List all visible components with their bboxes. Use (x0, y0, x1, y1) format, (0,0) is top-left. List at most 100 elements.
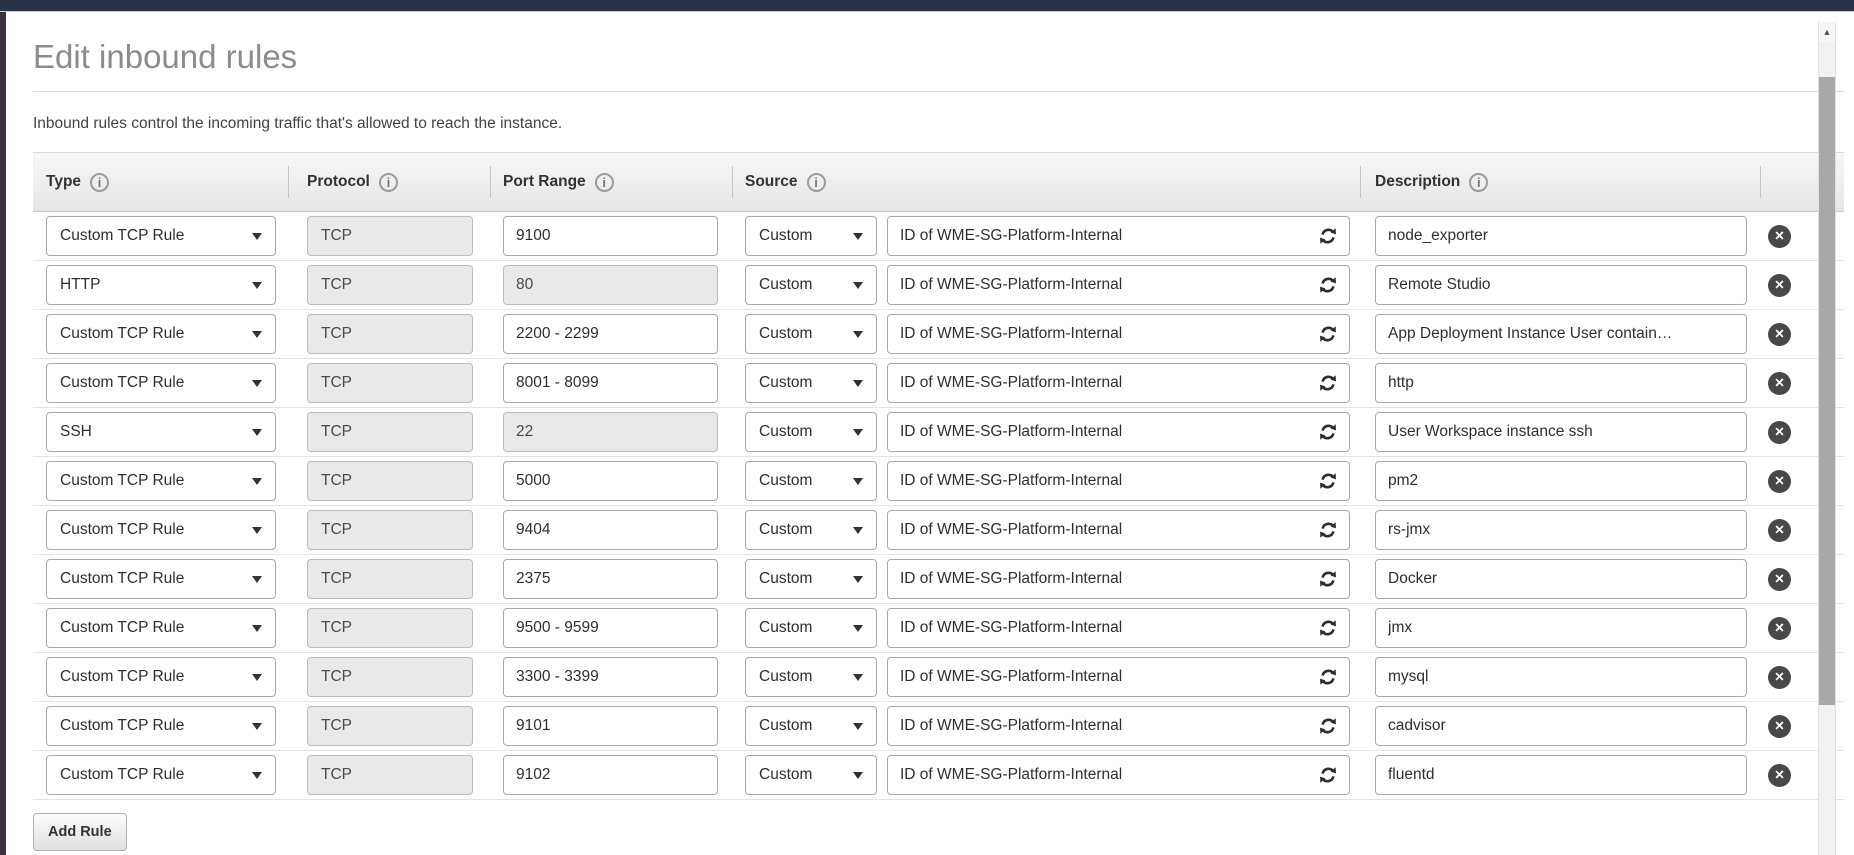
port-range-input[interactable] (503, 559, 718, 599)
delete-rule-button[interactable]: ✕ (1768, 323, 1791, 346)
info-icon[interactable]: i (595, 173, 614, 192)
chevron-down-icon (252, 429, 262, 436)
type-select[interactable]: Custom TCP Rule (46, 706, 276, 746)
info-icon[interactable]: i (90, 173, 109, 192)
port-range-input[interactable] (503, 216, 718, 256)
port-range-input[interactable] (503, 510, 718, 550)
description-input[interactable] (1375, 363, 1747, 403)
source-type-select[interactable]: Custom (745, 216, 877, 256)
chevron-down-icon (853, 723, 863, 730)
description-input[interactable] (1375, 314, 1747, 354)
delete-rule-button[interactable]: ✕ (1768, 568, 1791, 591)
description-input[interactable] (1375, 608, 1747, 648)
type-select[interactable]: Custom TCP Rule (46, 755, 276, 795)
type-select[interactable]: SSH (46, 412, 276, 452)
source-input[interactable] (887, 314, 1350, 354)
delete-rule-button[interactable]: ✕ (1768, 617, 1791, 640)
delete-rule-button[interactable]: ✕ (1768, 764, 1791, 787)
refresh-icon[interactable] (1317, 666, 1339, 688)
source-type-select[interactable]: Custom (745, 412, 877, 452)
refresh-icon[interactable] (1317, 372, 1339, 394)
description-input[interactable] (1375, 755, 1747, 795)
description-input[interactable] (1375, 657, 1747, 697)
delete-rule-button[interactable]: ✕ (1768, 421, 1791, 444)
port-range-input[interactable] (503, 608, 718, 648)
type-select[interactable]: Custom TCP Rule (46, 510, 276, 550)
delete-rule-button[interactable]: ✕ (1768, 715, 1791, 738)
type-select[interactable]: Custom TCP Rule (46, 216, 276, 256)
type-select[interactable]: Custom TCP Rule (46, 461, 276, 501)
vertical-scrollbar[interactable]: ▲ (1818, 22, 1836, 855)
type-select[interactable]: Custom TCP Rule (46, 657, 276, 697)
source-input[interactable] (887, 412, 1350, 452)
delete-rule-button[interactable]: ✕ (1768, 666, 1791, 689)
description-input[interactable] (1375, 510, 1747, 550)
chevron-down-icon (853, 478, 863, 485)
refresh-icon[interactable] (1317, 617, 1339, 639)
refresh-icon[interactable] (1317, 225, 1339, 247)
source-type-select[interactable]: Custom (745, 755, 877, 795)
port-range-input[interactable] (503, 461, 718, 501)
source-field-wrap (887, 755, 1350, 795)
source-input[interactable] (887, 461, 1350, 501)
chevron-down-icon (252, 674, 262, 681)
refresh-icon[interactable] (1317, 715, 1339, 737)
source-type-select[interactable]: Custom (745, 314, 877, 354)
type-select[interactable]: Custom TCP Rule (46, 314, 276, 354)
refresh-icon[interactable] (1317, 470, 1339, 492)
description-input[interactable] (1375, 706, 1747, 746)
scrollbar-thumb[interactable] (1819, 77, 1835, 705)
scroll-up-arrow-icon[interactable]: ▲ (1819, 22, 1835, 42)
port-range-input[interactable] (503, 755, 718, 795)
description-input[interactable] (1375, 265, 1747, 305)
description-input[interactable] (1375, 412, 1747, 452)
source-type-select[interactable]: Custom (745, 559, 877, 599)
description-input[interactable] (1375, 216, 1747, 256)
delete-rule-button[interactable]: ✕ (1768, 470, 1791, 493)
add-rule-button[interactable]: Add Rule (33, 813, 127, 851)
refresh-icon[interactable] (1317, 323, 1339, 345)
refresh-icon[interactable] (1317, 421, 1339, 443)
source-input[interactable] (887, 265, 1350, 305)
source-input[interactable] (887, 363, 1350, 403)
source-input[interactable] (887, 216, 1350, 256)
source-type-select[interactable]: Custom (745, 461, 877, 501)
source-type-select[interactable]: Custom (745, 510, 877, 550)
info-icon[interactable]: i (807, 173, 826, 192)
port-range-input[interactable] (503, 314, 718, 354)
source-type-select[interactable]: Custom (745, 265, 877, 305)
refresh-icon[interactable] (1317, 274, 1339, 296)
rule-row: SSH TCP Custom ✕ (33, 408, 1844, 457)
delete-rule-button[interactable]: ✕ (1768, 372, 1791, 395)
info-icon[interactable]: i (379, 173, 398, 192)
type-select[interactable]: HTTP (46, 265, 276, 305)
type-select[interactable]: Custom TCP Rule (46, 559, 276, 599)
source-type-select[interactable]: Custom (745, 706, 877, 746)
source-input[interactable] (887, 559, 1350, 599)
port-range-input[interactable] (503, 706, 718, 746)
source-input[interactable] (887, 657, 1350, 697)
port-range-input[interactable] (503, 657, 718, 697)
rule-row: Custom TCP Rule TCP Custom ✕ (33, 751, 1844, 800)
info-icon[interactable]: i (1469, 173, 1488, 192)
source-input[interactable] (887, 706, 1350, 746)
description-input[interactable] (1375, 461, 1747, 501)
source-type-select[interactable]: Custom (745, 608, 877, 648)
refresh-icon[interactable] (1317, 764, 1339, 786)
type-select-value: HTTP (60, 276, 100, 294)
source-type-select[interactable]: Custom (745, 363, 877, 403)
refresh-icon[interactable] (1317, 519, 1339, 541)
chevron-down-icon (853, 233, 863, 240)
delete-rule-button[interactable]: ✕ (1768, 225, 1791, 248)
port-range-input[interactable] (503, 363, 718, 403)
source-input[interactable] (887, 755, 1350, 795)
delete-rule-button[interactable]: ✕ (1768, 519, 1791, 542)
type-select[interactable]: Custom TCP Rule (46, 363, 276, 403)
source-type-select[interactable]: Custom (745, 657, 877, 697)
source-input[interactable] (887, 510, 1350, 550)
delete-rule-button[interactable]: ✕ (1768, 274, 1791, 297)
source-input[interactable] (887, 608, 1350, 648)
type-select[interactable]: Custom TCP Rule (46, 608, 276, 648)
description-input[interactable] (1375, 559, 1747, 599)
refresh-icon[interactable] (1317, 568, 1339, 590)
